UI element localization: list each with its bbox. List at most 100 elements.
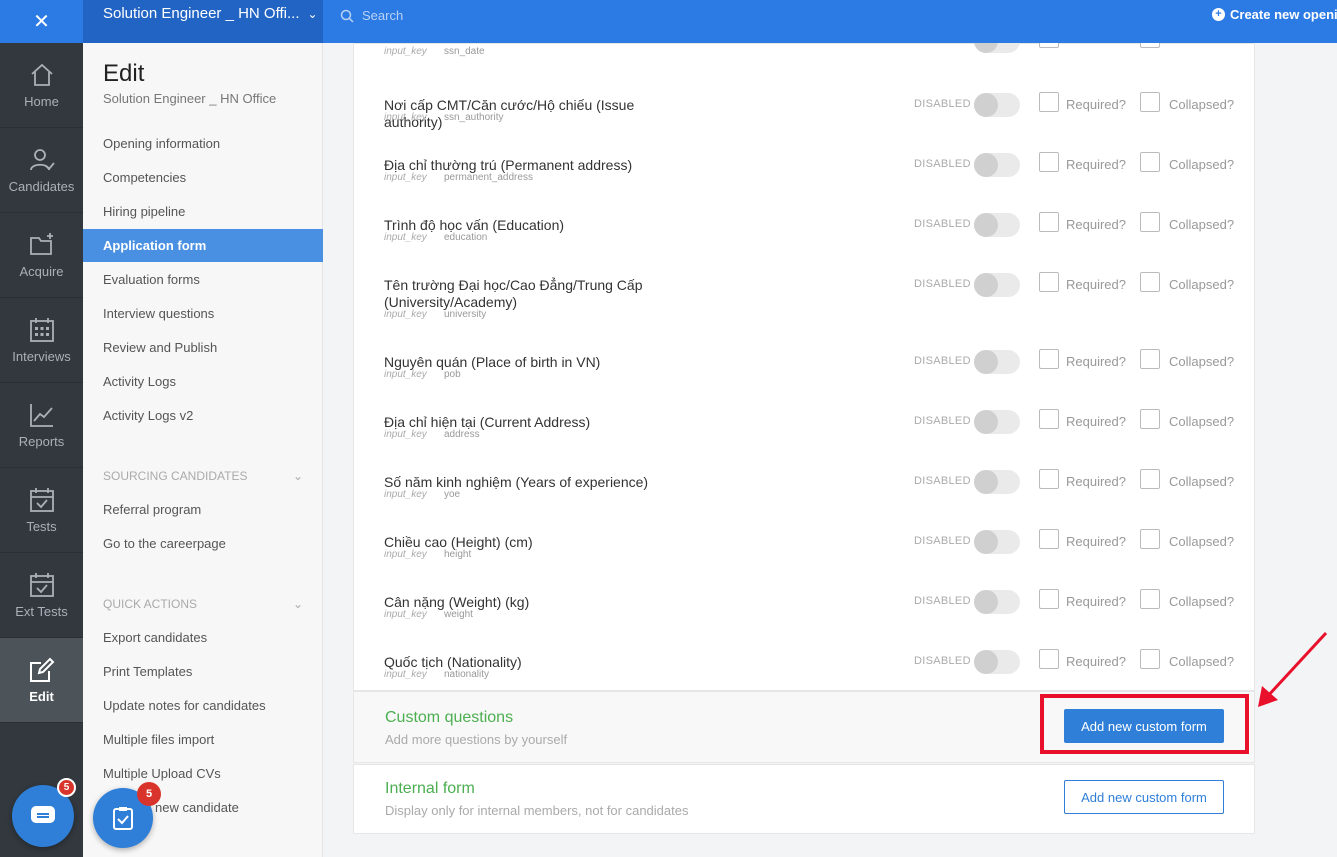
collapsed-checkbox[interactable] <box>1140 92 1160 112</box>
required-checkbox[interactable] <box>1039 529 1059 549</box>
required-checkbox[interactable] <box>1039 212 1059 232</box>
rail-item-acquire[interactable]: Acquire <box>0 213 83 298</box>
quick-actions-section-header[interactable]: QUICK ACTIONS ⌄ <box>103 597 303 611</box>
nav-print-templates[interactable]: Print Templates <box>83 655 323 688</box>
job-selector[interactable]: Solution Engineer _ HN Offi... ⌄ <box>83 0 323 43</box>
field-key: input_key pob <box>384 369 461 380</box>
required-label: Required? <box>1066 157 1126 172</box>
field-key: input_key university <box>384 309 486 320</box>
field-key-label: input_key <box>384 669 427 680</box>
required-checkbox[interactable] <box>1039 272 1059 292</box>
collapsed-checkbox[interactable] <box>1140 212 1160 232</box>
required-label: Required? <box>1066 594 1126 609</box>
collapsed-checkbox[interactable] <box>1140 349 1160 369</box>
rail-item-ext-tests[interactable]: Ext Tests <box>0 553 83 638</box>
rail-item-interviews[interactable]: Interviews <box>0 298 83 383</box>
field-toggle[interactable] <box>974 410 1020 434</box>
collapsed-checkbox[interactable] <box>1140 469 1160 489</box>
internal-form-subtitle: Display only for internal members, not f… <box>385 803 689 818</box>
rail-label: Reports <box>18 433 65 449</box>
rail-item-reports[interactable]: Reports <box>0 383 83 468</box>
field-key: input_key height <box>384 549 471 560</box>
nav-review-and-publish[interactable]: Review and Publish <box>83 331 323 364</box>
page-title: Edit <box>103 60 145 87</box>
nav-update-notes[interactable]: Update notes for candidates <box>83 689 323 722</box>
required-label: Required? <box>1066 654 1126 669</box>
field-label: Tên trường Đại học/Cao Đẳng/Trung Cấp (U… <box>384 277 643 310</box>
create-opening-button[interactable]: + Create new openin <box>1212 7 1337 22</box>
rail-label: Acquire <box>19 263 64 279</box>
nav-careerpage[interactable]: Go to the careerpage <box>83 527 323 560</box>
required-checkbox[interactable] <box>1039 589 1059 609</box>
nav-evaluation-forms[interactable]: Evaluation forms <box>83 263 323 296</box>
field-toggle[interactable] <box>974 650 1020 674</box>
field-key-value: nationality <box>444 669 490 680</box>
nav-activity-logs[interactable]: Activity Logs <box>83 365 323 398</box>
nav-application-form[interactable]: Application form <box>83 229 323 262</box>
required-checkbox[interactable] <box>1039 43 1059 48</box>
chevron-down-icon: ⌄ <box>292 597 303 611</box>
required-checkbox[interactable] <box>1039 152 1059 172</box>
field-toggle[interactable] <box>974 590 1020 614</box>
rail-item-edit[interactable]: Edit <box>0 638 83 723</box>
rail-item-tests[interactable]: Tests <box>0 468 83 553</box>
nav-export-candidates[interactable]: Export candidates <box>83 621 323 654</box>
field-toggle[interactable] <box>974 153 1020 177</box>
required-checkbox[interactable] <box>1039 649 1059 669</box>
collapsed-checkbox[interactable] <box>1140 589 1160 609</box>
field-toggle[interactable] <box>974 350 1020 374</box>
nav-activity-logs-v2[interactable]: Activity Logs v2 <box>83 399 323 432</box>
collapsed-label: Collapsed? <box>1169 414 1235 429</box>
nav-hiring-pipeline[interactable]: Hiring pipeline <box>83 195 323 228</box>
required-label: Required? <box>1066 534 1126 549</box>
field-key-label: input_key <box>384 369 427 380</box>
field-key-label: input_key <box>384 549 427 560</box>
required-label: Required? <box>1066 354 1126 369</box>
plus-circle-icon: + <box>1212 8 1225 21</box>
field-toggle[interactable] <box>974 43 1020 53</box>
search-bar[interactable]: Search <box>340 8 403 23</box>
required-checkbox[interactable] <box>1039 92 1059 112</box>
required-checkbox[interactable] <box>1039 409 1059 429</box>
close-icon[interactable]: ✕ <box>0 0 83 43</box>
collapsed-checkbox[interactable] <box>1140 152 1160 172</box>
collapsed-checkbox[interactable] <box>1140 272 1160 292</box>
nav-referral-program[interactable]: Referral program <box>83 493 323 526</box>
field-key: input_key address <box>384 429 480 440</box>
collapsed-checkbox[interactable] <box>1140 649 1160 669</box>
collapsed-label: Collapsed? <box>1169 354 1235 369</box>
nav-interview-questions[interactable]: Interview questions <box>83 297 323 330</box>
highlight-box <box>1040 694 1249 754</box>
nav-competencies[interactable]: Competencies <box>83 161 323 194</box>
collapsed-checkbox[interactable] <box>1140 529 1160 549</box>
field-key-value: weight <box>444 609 473 620</box>
sourcing-section-header[interactable]: SOURCING CANDIDATES ⌄ <box>103 469 303 483</box>
field-key: input_key nationality <box>384 669 489 680</box>
add-internal-form-button[interactable]: Add new custom form <box>1064 780 1224 814</box>
field-toggle[interactable] <box>974 470 1020 494</box>
job-selector-label: Solution Engineer _ HN Offi... <box>103 5 300 22</box>
collapsed-label: Collapsed? <box>1169 534 1235 549</box>
nav-multiple-files-import[interactable]: Multiple files import <box>83 723 323 756</box>
field-key: input_key education <box>384 232 487 243</box>
candidates-icon <box>29 148 55 170</box>
field-toggle[interactable] <box>974 530 1020 554</box>
required-label: Required? <box>1066 217 1126 232</box>
field-key-label: input_key <box>384 489 427 500</box>
nav-multiple-upload-cvs[interactable]: Multiple Upload CVs <box>83 757 323 790</box>
field-toggle[interactable] <box>974 93 1020 117</box>
required-checkbox[interactable] <box>1039 349 1059 369</box>
field-toggle[interactable] <box>974 213 1020 237</box>
nav-opening-information[interactable]: Opening information <box>83 127 323 160</box>
internal-form-panel: Internal form Display only for internal … <box>353 764 1255 834</box>
rail-label: Home <box>24 93 59 109</box>
field-toggle[interactable] <box>974 273 1020 297</box>
collapsed-checkbox[interactable] <box>1140 409 1160 429</box>
search-placeholder[interactable]: Search <box>362 8 403 23</box>
collapsed-checkbox[interactable] <box>1140 43 1160 48</box>
required-checkbox[interactable] <box>1039 469 1059 489</box>
field-key-label: input_key <box>384 429 427 440</box>
rail-item-home[interactable]: Home <box>0 43 83 128</box>
rail-item-candidates[interactable]: Candidates <box>0 128 83 213</box>
field-key-value: pob <box>444 369 461 380</box>
